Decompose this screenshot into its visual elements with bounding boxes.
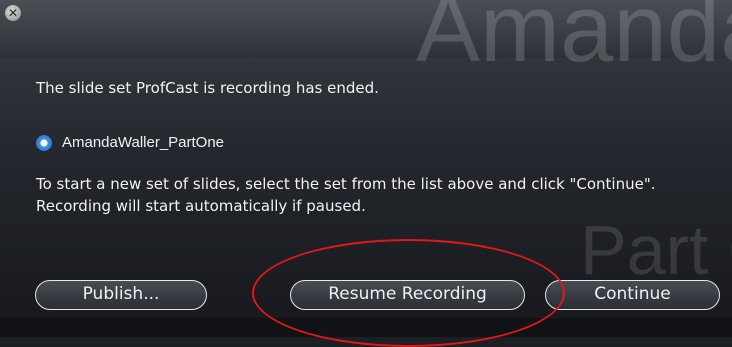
resume-recording-button[interactable]: Resume Recording (290, 280, 525, 310)
publish-button[interactable]: Publish... (35, 280, 207, 310)
background-slide-subtitle: Part C (580, 211, 732, 289)
continue-button[interactable]: Continue (545, 280, 720, 310)
close-icon[interactable]: ✕ (5, 5, 21, 21)
message-text: The slide set ProfCast is recording has … (36, 79, 379, 97)
slide-set-name: AmandaWaller_PartOne (62, 134, 225, 151)
recording-ended-panel: Amanda Part C ✕ The slide set ProfCast i… (0, 0, 732, 337)
panel-footer-strip (0, 318, 732, 337)
slide-set-item[interactable]: AmandaWaller_PartOne (36, 134, 224, 151)
instructions-text: To start a new set of slides, select the… (36, 175, 656, 215)
panel-header-strip (0, 0, 732, 58)
disk-icon (36, 134, 52, 151)
